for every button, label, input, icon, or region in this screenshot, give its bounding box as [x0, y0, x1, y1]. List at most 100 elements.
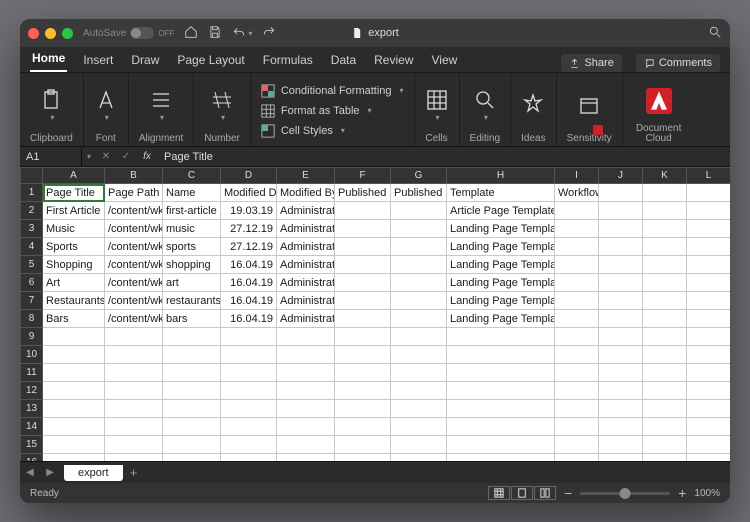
cell[interactable]: /content/wk — [105, 256, 163, 274]
cell[interactable] — [555, 220, 599, 238]
row-header[interactable]: 6 — [21, 274, 43, 292]
cell[interactable] — [447, 454, 555, 462]
row-header[interactable]: 4 — [21, 238, 43, 256]
cell[interactable] — [43, 436, 105, 454]
cell[interactable] — [599, 364, 643, 382]
cell[interactable] — [221, 364, 277, 382]
cell[interactable] — [391, 418, 447, 436]
cell[interactable] — [277, 418, 335, 436]
zoom-in-button[interactable]: + — [678, 485, 686, 501]
cell[interactable] — [555, 382, 599, 400]
cell[interactable] — [163, 346, 221, 364]
cell[interactable] — [335, 256, 391, 274]
sheet-nav-next[interactable]: ▶ — [40, 467, 60, 478]
cell[interactable] — [335, 274, 391, 292]
cell[interactable] — [687, 310, 731, 328]
cell[interactable] — [687, 220, 731, 238]
row-header[interactable]: 8 — [21, 310, 43, 328]
cell[interactable] — [643, 292, 687, 310]
cancel-formula-button[interactable]: ✕ — [96, 151, 116, 162]
cell[interactable]: 16.04.19 — [221, 256, 277, 274]
cell[interactable] — [105, 382, 163, 400]
cell[interactable] — [555, 346, 599, 364]
cell[interactable] — [599, 454, 643, 462]
cell[interactable]: 16.04.19 — [221, 292, 277, 310]
cell[interactable] — [599, 328, 643, 346]
cell[interactable] — [643, 256, 687, 274]
cell[interactable]: Administrator — [277, 202, 335, 220]
cell[interactable]: Modified Date — [221, 184, 277, 202]
editing-button[interactable]: ▾ — [473, 77, 497, 133]
conditional-formatting-button[interactable]: Conditional Formatting▾ — [261, 81, 404, 101]
cell[interactable] — [687, 184, 731, 202]
cell[interactable] — [555, 436, 599, 454]
cell[interactable]: shopping — [163, 256, 221, 274]
enter-formula-button[interactable]: ✓ — [116, 151, 136, 162]
tab-data[interactable]: Data — [329, 49, 358, 72]
cell[interactable] — [391, 274, 447, 292]
cell[interactable] — [335, 382, 391, 400]
undo-button[interactable]: ▾ — [232, 26, 252, 40]
cell[interactable]: Shopping — [43, 256, 105, 274]
col-header-C[interactable]: C — [163, 168, 221, 184]
col-header-D[interactable]: D — [221, 168, 277, 184]
cell[interactable]: /content/wk — [105, 202, 163, 220]
cell[interactable] — [43, 400, 105, 418]
cell[interactable]: /content/wk — [105, 238, 163, 256]
format-as-table-button[interactable]: Format as Table▾ — [261, 101, 372, 121]
cell[interactable] — [687, 400, 731, 418]
cell[interactable] — [599, 184, 643, 202]
cell[interactable] — [163, 328, 221, 346]
save-icon[interactable] — [208, 25, 222, 42]
cell[interactable] — [277, 436, 335, 454]
cell[interactable] — [335, 364, 391, 382]
tab-home[interactable]: Home — [30, 47, 67, 72]
cell[interactable] — [277, 346, 335, 364]
cell[interactable] — [277, 454, 335, 462]
select-all-cell[interactable] — [21, 168, 43, 184]
cell[interactable] — [687, 382, 731, 400]
cell[interactable] — [105, 328, 163, 346]
cell[interactable]: bars — [163, 310, 221, 328]
comments-button[interactable]: Comments — [636, 54, 720, 72]
row-header[interactable]: 15 — [21, 436, 43, 454]
view-page-break-button[interactable] — [534, 486, 556, 500]
cell[interactable] — [163, 436, 221, 454]
tab-page-layout[interactable]: Page Layout — [175, 49, 246, 72]
alignment-button[interactable]: ▾ — [149, 77, 173, 133]
tab-draw[interactable]: Draw — [129, 49, 161, 72]
tab-view[interactable]: View — [430, 49, 460, 72]
cell[interactable]: Published Date — [335, 184, 391, 202]
maximize-icon[interactable] — [62, 28, 73, 39]
cell[interactable]: Administrator — [277, 238, 335, 256]
cell[interactable] — [599, 292, 643, 310]
zoom-slider[interactable] — [580, 492, 670, 495]
cell[interactable] — [687, 202, 731, 220]
col-header-I[interactable]: I — [555, 168, 599, 184]
cell[interactable]: /content/wk — [105, 292, 163, 310]
number-button[interactable]: ▾ — [210, 77, 234, 133]
cell[interactable] — [599, 310, 643, 328]
cell[interactable] — [105, 400, 163, 418]
cell[interactable] — [391, 400, 447, 418]
cells-button[interactable]: ▾ — [425, 77, 449, 133]
cell[interactable] — [643, 274, 687, 292]
cell[interactable] — [687, 256, 731, 274]
cell[interactable]: Page Path — [105, 184, 163, 202]
search-icon[interactable] — [708, 25, 722, 42]
cell[interactable] — [277, 364, 335, 382]
cell[interactable] — [391, 238, 447, 256]
sheet-nav-prev[interactable]: ◀ — [20, 467, 40, 478]
cell[interactable] — [643, 454, 687, 462]
cell[interactable] — [599, 202, 643, 220]
cell[interactable] — [555, 256, 599, 274]
cell[interactable] — [335, 238, 391, 256]
cell[interactable] — [391, 436, 447, 454]
cell[interactable] — [221, 454, 277, 462]
row-header[interactable]: 13 — [21, 400, 43, 418]
cell[interactable] — [163, 382, 221, 400]
tab-insert[interactable]: Insert — [81, 49, 115, 72]
cell[interactable] — [391, 220, 447, 238]
cell[interactable] — [335, 400, 391, 418]
cell[interactable] — [555, 238, 599, 256]
